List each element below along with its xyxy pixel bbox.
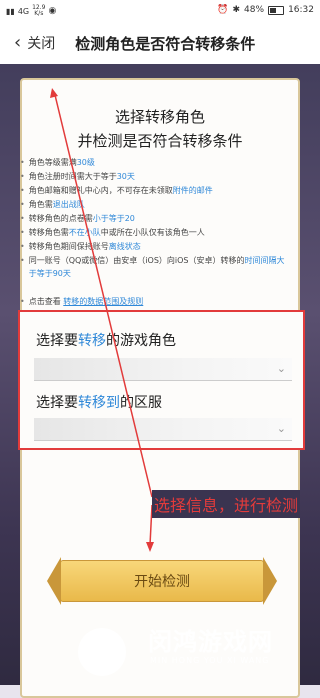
- speed-unit: K/s: [34, 10, 44, 17]
- battery-level: 48%: [244, 5, 265, 15]
- notification-icon: ◉: [48, 6, 57, 16]
- rule-item: • 角色注册时间需大于等于30天: [20, 172, 135, 181]
- server-select-field[interactable]: ⌄: [34, 418, 292, 441]
- chevron-down-icon: ⌄: [276, 362, 286, 375]
- role-select-field[interactable]: ⌄: [34, 358, 292, 381]
- start-check-button[interactable]: 开始检测: [47, 557, 277, 605]
- clock: 16:32: [288, 5, 314, 15]
- annotation-text: 选择信息，进行检测: [152, 490, 301, 518]
- selection-area: 选择要转移的游戏角色 ⌄ 选择要转移到的区服 ⌄: [18, 310, 305, 450]
- signal-icon: ▮▮: [6, 6, 15, 16]
- rule-item: • 转移角色的点卷需小于等于20: [20, 214, 135, 223]
- network-speed: 12.9 K/s: [32, 5, 45, 17]
- watermark: 闵鸿游戏网 MIN HONG YOU XI WANG: [78, 620, 308, 680]
- rule-item: • 转移角色期间保持账号离线状态: [20, 242, 141, 251]
- close-button[interactable]: ‹ 关闭: [14, 33, 55, 53]
- rule-item: • 转移角色需不在小队中或所在小队仅有该角色一人: [20, 228, 205, 237]
- battery-icon: [268, 5, 285, 15]
- rule-item: • 角色邮箱和赠礼中心内，不可存在未领取附件的邮件: [20, 186, 213, 195]
- status-right: ⏰ ✱ 48% 16:32: [217, 5, 314, 15]
- rules-link[interactable]: 转移的数据范围及规则: [63, 297, 143, 306]
- nav-bar: ‹ 关闭 检测角色是否符合转移条件: [0, 22, 320, 64]
- chevron-left-icon: ‹: [14, 32, 22, 53]
- watermark-logo-icon: [78, 628, 126, 676]
- close-label: 关闭: [27, 36, 56, 52]
- alarm-icon: ⏰: [217, 5, 229, 15]
- heading-line-2: 并检测是否符合转移条件: [77, 132, 243, 150]
- server-select-label: 选择要转移到的区服: [36, 395, 162, 411]
- rule-list: • 角色等级需满30级 • 角色注册时间需大于等于30天 • 角色邮箱和赠礼中心内，不…: [20, 156, 290, 281]
- chevron-down-icon: ⌄: [276, 422, 286, 435]
- start-check-label: 开始检测: [134, 574, 190, 590]
- heading-line-1: 选择转移角色: [114, 108, 205, 126]
- watermark-title: 闵鸿游戏网: [148, 628, 273, 656]
- view-rules-link[interactable]: • 点击查看 转移的数据范围及规则: [20, 296, 143, 307]
- bluetooth-icon: ✱: [232, 5, 241, 15]
- status-left: ▮▮ 4G 12.9 K/s ◉: [6, 5, 56, 17]
- page-title: 检测角色是否符合转移条件: [75, 34, 256, 53]
- role-select-label: 选择要转移的游戏角色: [36, 333, 176, 349]
- rule-item: • 角色需退出战队: [20, 200, 85, 209]
- status-bar: ▮▮ 4G 12.9 K/s ◉ ⏰ ✱ 48% 16:32: [0, 0, 320, 22]
- network-type: 4G: [17, 6, 30, 16]
- watermark-subtitle: MIN HONG YOU XI WANG: [150, 656, 270, 665]
- rule-item: • 同一账号（QQ或微信）由安卓（iOS）向iOS（安卓）转移的时间间隔大于等于9…: [20, 256, 285, 278]
- rule-item: • 角色等级需满30级: [20, 158, 95, 167]
